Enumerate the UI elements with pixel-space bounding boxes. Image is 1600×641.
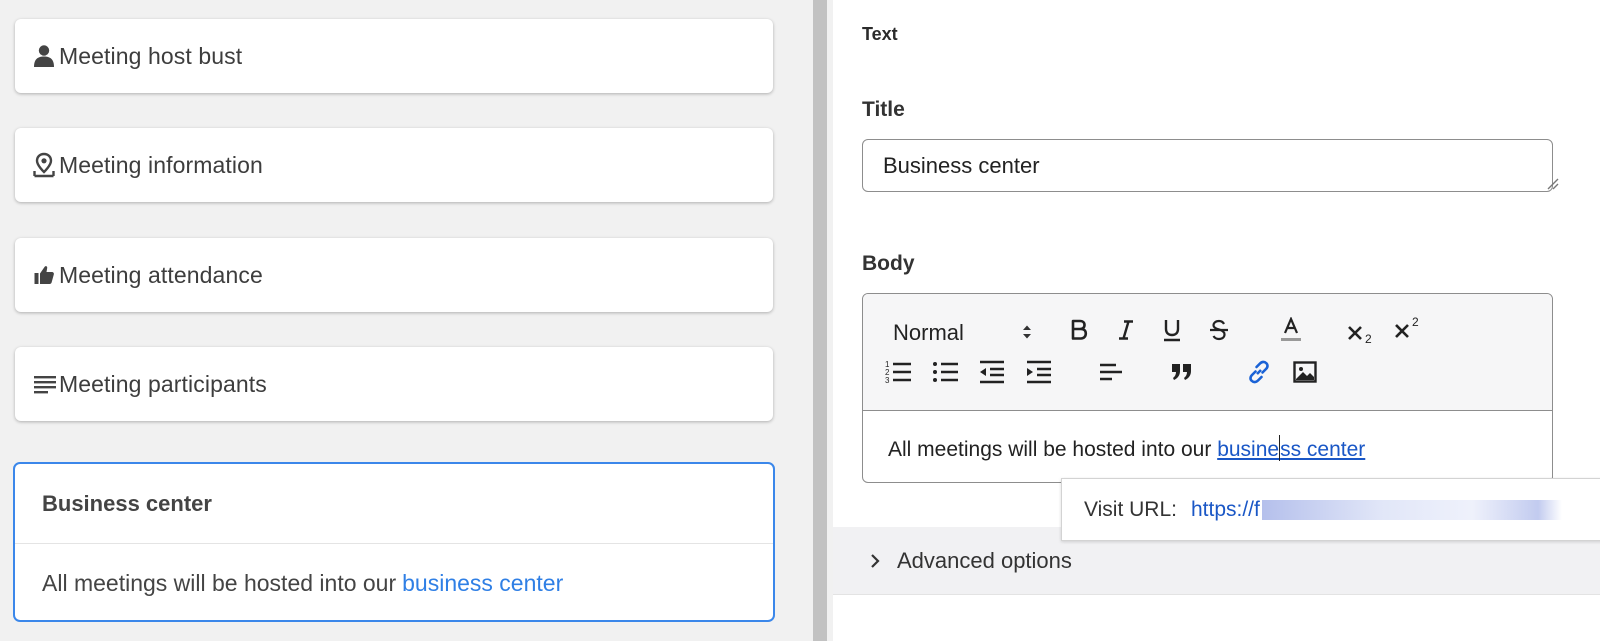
block-card-body-link[interactable]: business center [402, 570, 563, 597]
block-card-meeting-participants[interactable]: Meeting participants [15, 347, 773, 421]
editor-content-link[interactable]: business center [1217, 435, 1366, 461]
svg-text:2: 2 [1412, 315, 1419, 329]
block-card-business-center[interactable]: Business center All meetings will be hos… [13, 462, 775, 622]
underline-icon[interactable] [1156, 314, 1188, 346]
text-color-icon[interactable] [1275, 314, 1307, 346]
blurred-url-redaction [1261, 499, 1562, 520]
svg-text:2: 2 [1365, 332, 1372, 345]
blockquote-icon[interactable] [1166, 356, 1198, 388]
title-label: Title [862, 98, 905, 121]
link-tooltip: Visit URL: https://f [1061, 478, 1600, 541]
indent-icon[interactable] [1023, 356, 1055, 388]
block-card-title: Business center [15, 464, 773, 544]
map-pin-icon [33, 152, 59, 178]
align-left-icon[interactable] [1095, 356, 1127, 388]
section-label: Text [862, 24, 898, 44]
panel-divider[interactable] [813, 0, 827, 641]
editor-link-text-after-caret: ss center [1280, 438, 1366, 461]
block-card-meeting-host[interactable]: Meeting host bust [15, 19, 773, 93]
subscript-icon[interactable]: 2 [1345, 316, 1377, 348]
ordered-list-icon[interactable]: 123 [883, 356, 915, 388]
body-label: Body [862, 252, 915, 275]
outdent-icon[interactable] [976, 356, 1008, 388]
rich-text-editor: Normal 2 2 1 2 3 All meetings will be ho… [862, 293, 1553, 483]
bold-icon[interactable] [1063, 314, 1095, 346]
block-editor-panel: Text Title Business center Body Normal 2… [833, 0, 1600, 641]
strikethrough-icon[interactable] [1203, 314, 1235, 346]
advanced-options-label: Advanced options [897, 547, 1072, 573]
svg-text:3: 3 [885, 376, 890, 385]
resize-grip-icon[interactable] [1545, 176, 1559, 190]
chevron-right-icon [869, 553, 889, 569]
block-card-meeting-information[interactable]: Meeting information [15, 128, 773, 202]
title-input[interactable]: Business center [862, 139, 1553, 192]
select-arrows-icon [1021, 322, 1033, 348]
block-card-label: Meeting information [59, 151, 263, 178]
block-card-label: Meeting participants [59, 370, 267, 397]
bullet-list-icon[interactable] [930, 356, 962, 388]
text-lines-icon [33, 371, 59, 397]
editor-content[interactable]: All meetings will be hosted into our bus… [863, 411, 1552, 482]
link-icon[interactable] [1243, 356, 1275, 388]
format-select-value: Normal [893, 320, 964, 345]
editor-content-text: All meetings will be hosted into our [888, 438, 1212, 461]
editor-toolbar: Normal 2 2 1 2 3 [863, 294, 1552, 411]
block-card-body: All meetings will be hosted into our bus… [15, 544, 773, 622]
format-select[interactable]: Normal [893, 316, 1043, 350]
superscript-icon[interactable]: 2 [1392, 312, 1424, 344]
person-icon [33, 43, 59, 69]
block-card-body-text: All meetings will be hosted into our [42, 569, 397, 596]
thumbs-up-icon [33, 262, 59, 288]
italic-icon[interactable] [1110, 314, 1142, 346]
block-list-panel: Meeting host bust Meeting information Me… [0, 0, 794, 641]
block-card-meeting-attendance[interactable]: Meeting attendance [15, 238, 773, 312]
link-tooltip-label: Visit URL: [1084, 497, 1177, 521]
image-icon[interactable] [1289, 356, 1321, 388]
block-card-label: Meeting attendance [59, 261, 263, 288]
link-tooltip-url[interactable]: https://f [1191, 498, 1260, 522]
block-card-label: Meeting host bust [59, 42, 243, 69]
editor-link-text-before-caret: busine [1217, 438, 1280, 461]
